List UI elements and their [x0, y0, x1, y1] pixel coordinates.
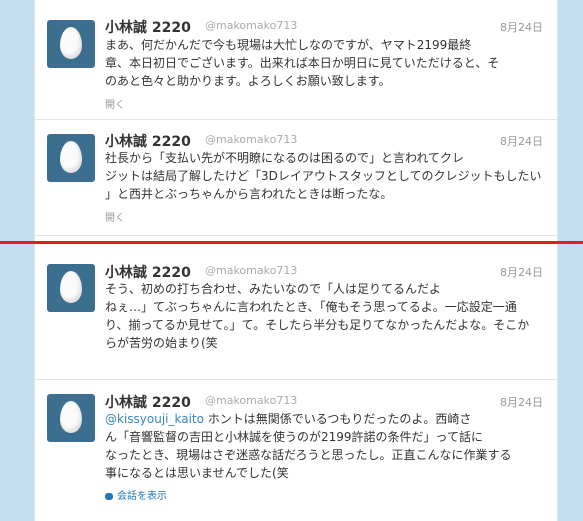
open-link[interactable]: 開く — [105, 209, 125, 224]
tweet-text-line: ジットは結局了解したけど「3Dレイアウトスタッフとしてのクレジットもしたい — [105, 169, 542, 183]
user-handle[interactable]: @makomako713 — [205, 264, 297, 277]
tweet-text-line: 章、本日初日でございます。出来れば本日か明日に見ていただけると、そ — [105, 56, 500, 70]
timeline: 小林誠 2220 @makomako713 8月24日 まあ、何だかんだで今も現… — [34, 0, 558, 521]
user-handle[interactable]: @makomako713 — [205, 19, 297, 32]
tweet-text-line: @kissyouji_kaito ホントは無関係でいるつもりだったのよ。西崎さ — [105, 410, 545, 428]
tweet-text: @kissyouji_kaito ホントは無関係でいるつもりだったのよ。西崎さ … — [105, 410, 545, 482]
view-conversation-label: 会話を表示 — [117, 491, 167, 502]
avatar[interactable] — [47, 134, 95, 182]
user-name[interactable]: 小林誠 2220 — [105, 131, 191, 151]
avatar[interactable] — [47, 394, 95, 442]
tweet-text-line: のあと色々と助かります。よろしくお願い致します。 — [105, 74, 391, 88]
avatar[interactable] — [47, 264, 95, 312]
tweet-item[interactable]: 小林誠 2220 @makomako713 8月24日 そう、初めの打ち合わせ、… — [35, 250, 557, 380]
red-divider-line — [0, 241, 583, 244]
tweet-text-line: まあ、何だかんだで今も現場は大忙しなのですが、ヤマト2199最終 — [105, 38, 472, 52]
avatar[interactable] — [47, 20, 95, 68]
tweet-text-line: 社長から「支払い先が不明瞭になるのは困るので」と言われてクレ — [105, 151, 465, 165]
tweet-date[interactable]: 8月24日 — [500, 264, 543, 280]
tweet-text-line: 」と西井とぶっちゃんから言われたときは断ったな。 — [105, 187, 393, 201]
tweet-text-line: 事になるとは思いませんでした(笑 — [105, 466, 289, 480]
tweet-text-line: らが苦労の始まり(笑 — [105, 336, 218, 350]
user-name[interactable]: 小林誠 2220 — [105, 262, 191, 282]
user-handle[interactable]: @makomako713 — [205, 394, 297, 407]
tweet-text-line: そう、初めの打ち合わせ、みたいなので「人は足りてるんだよ — [105, 282, 442, 296]
tweet-date[interactable]: 8月24日 — [500, 133, 543, 149]
speech-bubble-icon — [105, 493, 113, 500]
tweet-text-line: ん「音響監督の吉田と小林誠を使うのが2199許諾の条件だ」って話に — [105, 430, 483, 444]
tweet-text-line: なったとき、現場はさぞ迷惑な話だろうと思ったし。正直こんなに作業する — [105, 448, 512, 462]
tweet-text-line: ねぇ…」てぶっちゃんに言われたとき、「俺もそう思ってるよ。一応設定一通 — [105, 300, 517, 314]
tweet-item[interactable]: 小林誠 2220 @makomako713 8月24日 まあ、何だかんだで今も現… — [35, 0, 557, 120]
tweet-text: 社長から「支払い先が不明瞭になるのは困るので」と言われてクレ ジットは結局了解し… — [105, 149, 545, 203]
tweet-text: まあ、何だかんだで今も現場は大忙しなのですが、ヤマト2199最終 章、本日初日で… — [105, 36, 545, 90]
tweet-item[interactable]: 小林誠 2220 @makomako713 8月24日 社長から「支払い先が不明… — [35, 120, 557, 236]
user-handle[interactable]: @makomako713 — [205, 133, 297, 146]
user-name[interactable]: 小林誠 2220 — [105, 392, 191, 412]
mention-link[interactable]: @kissyouji_kaito — [105, 412, 204, 426]
user-name[interactable]: 小林誠 2220 — [105, 17, 191, 37]
tweet-item[interactable]: 小林誠 2220 @makomako713 8月24日 @kissyouji_k… — [35, 380, 557, 521]
tweet-date[interactable]: 8月24日 — [500, 19, 543, 35]
open-link[interactable]: 開く — [105, 96, 125, 111]
tweet-text-line: り、揃ってるか見せて。」て。そしたら半分も足りてなかったんだよな。そこか — [105, 318, 530, 332]
view-conversation-link[interactable]: 会話を表示 — [105, 487, 167, 502]
default-egg-icon — [60, 401, 82, 433]
default-egg-icon — [60, 141, 82, 173]
default-egg-icon — [60, 27, 82, 59]
tweet-text-fragment: ホントは無関係でいるつもりだったのよ。西崎さ — [203, 412, 472, 426]
tweet-text: そう、初めの打ち合わせ、みたいなので「人は足りてるんだよ ねぇ…」てぶっちゃんに… — [105, 280, 545, 352]
default-egg-icon — [60, 271, 82, 303]
tweet-date[interactable]: 8月24日 — [500, 394, 543, 410]
